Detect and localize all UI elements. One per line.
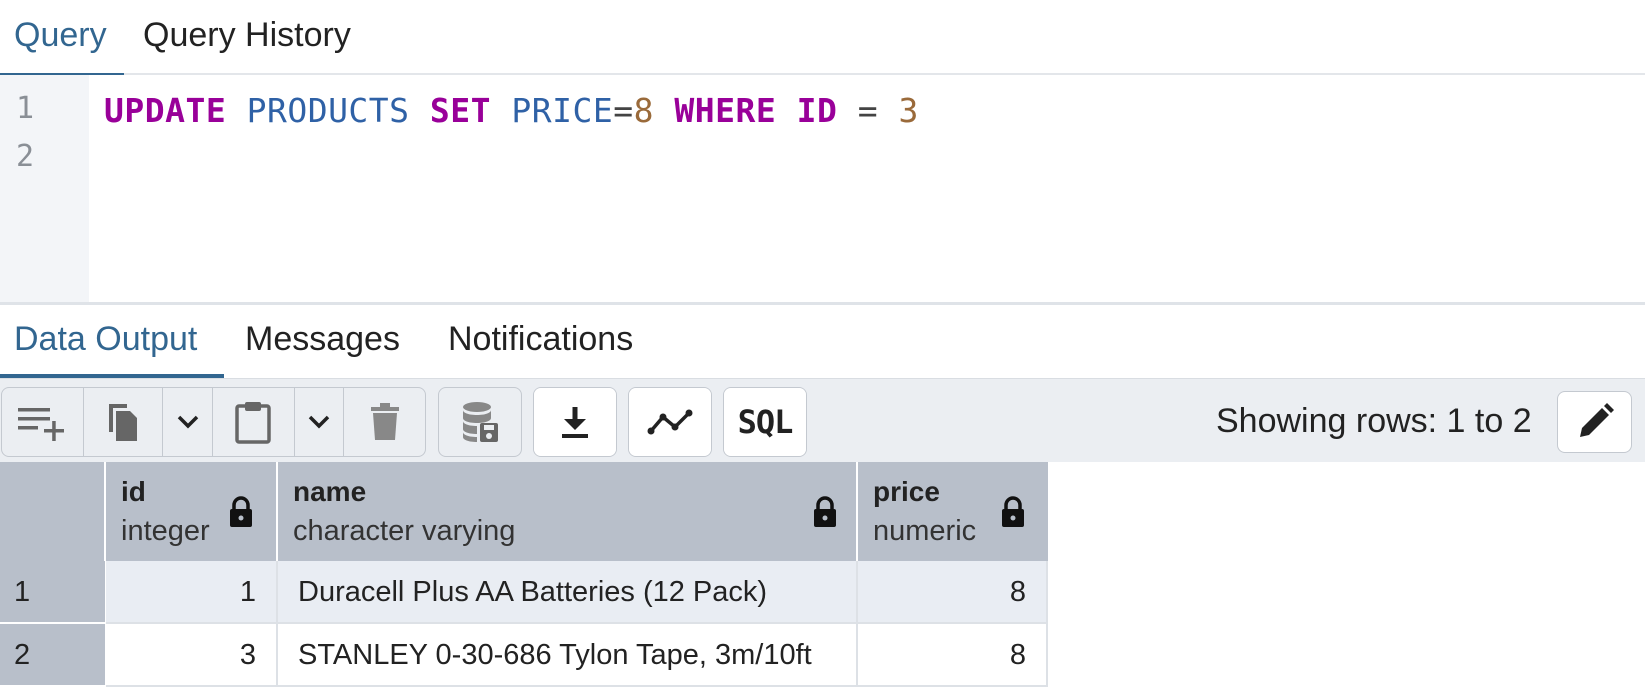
copy-button[interactable] <box>84 388 164 456</box>
paste-icon <box>235 402 272 444</box>
tab-notifications-label: Notifications <box>448 320 634 358</box>
cell-name[interactable]: STANLEY 0-30-686 Tylon Tape, 3m/10ft <box>278 624 858 687</box>
code-line-1[interactable]: UPDATE PRODUCTS SET PRICE=8 WHERE ID = 3 <box>104 91 919 130</box>
sql-keyword: SET <box>429 91 492 130</box>
cell-id[interactable]: 1 <box>106 561 278 624</box>
line-number: 2 <box>16 139 35 174</box>
tab-query[interactable]: Query <box>0 0 124 77</box>
tab-data-output[interactable]: Data Output <box>0 305 224 378</box>
add-row-icon <box>18 408 65 441</box>
delete-icon <box>370 403 399 440</box>
sql-operator: = <box>857 91 879 130</box>
lock-icon <box>1002 496 1024 527</box>
row-number[interactable]: 1 <box>0 561 105 624</box>
grid-header: id integer name character varying price … <box>0 462 1048 561</box>
save-data-icon <box>463 402 498 442</box>
add-row-button[interactable] <box>2 388 84 456</box>
results-tab-bar: Data Output Messages Notifications <box>0 305 1645 378</box>
chevron-down-icon <box>308 415 330 429</box>
sql-operator: = <box>613 91 634 130</box>
paste-options-dropdown[interactable] <box>295 388 345 456</box>
column-name: price <box>873 476 940 507</box>
edit-button-group <box>1 387 426 457</box>
column-name: id <box>121 476 146 507</box>
pencil-icon <box>1579 403 1614 437</box>
sql-group: SQL <box>723 387 807 457</box>
cell-price[interactable]: 8 <box>858 624 1048 687</box>
copy-icon <box>108 404 137 441</box>
sql-icon: SQL <box>737 403 794 441</box>
column-header-price[interactable]: price numeric <box>858 462 1048 561</box>
chevron-down-icon <box>177 415 198 429</box>
graph-icon <box>647 409 693 435</box>
tab-messages[interactable]: Messages <box>245 305 400 378</box>
tab-data-output-label: Data Output <box>14 320 198 358</box>
line-number-gutter: 1 2 <box>0 75 89 303</box>
sql-keyword: UPDATE <box>104 91 227 130</box>
row-number[interactable]: 2 <box>0 624 105 687</box>
save-group <box>438 387 522 457</box>
row-number-header[interactable] <box>0 462 106 561</box>
sql-identifier: PRODUCTS <box>246 91 410 130</box>
cell-name[interactable]: Duracell Plus AA Batteries (12 Pack) <box>278 561 858 624</box>
data-output-toolbar: SQL Showing rows: 1 to 2 <box>0 378 1645 462</box>
graph-group <box>628 387 712 457</box>
edit-button[interactable] <box>1557 391 1632 453</box>
tab-query-history[interactable]: Query History <box>143 0 351 75</box>
paste-button[interactable] <box>213 388 295 456</box>
sql-keyword: ID <box>796 91 838 130</box>
cell-price[interactable]: 8 <box>858 561 1048 624</box>
sql-button[interactable]: SQL <box>724 388 806 456</box>
lock-icon <box>230 496 252 527</box>
column-type: integer <box>121 515 210 547</box>
graph-visualiser-button[interactable] <box>629 388 711 456</box>
sql-number: 3 <box>898 91 919 130</box>
query-tab-bar: Query Query History <box>0 0 1645 77</box>
sql-identifier: PRICE <box>511 91 614 130</box>
tab-notifications[interactable]: Notifications <box>448 305 633 378</box>
line-number: 1 <box>16 91 35 126</box>
table-row[interactable]: 1 1 Duracell Plus AA Batteries (12 Pack)… <box>0 561 1048 624</box>
column-type: character varying <box>293 515 516 547</box>
save-data-button[interactable] <box>439 388 521 456</box>
tab-query-label: Query <box>14 16 107 54</box>
download-button[interactable] <box>534 388 616 456</box>
sql-number: 8 <box>633 91 654 130</box>
table-row[interactable]: 2 3 STANLEY 0-30-686 Tylon Tape, 3m/10ft… <box>0 624 1048 687</box>
sql-keyword: WHERE <box>674 91 777 130</box>
column-header-id[interactable]: id integer <box>106 462 278 561</box>
column-type: numeric <box>873 515 977 547</box>
sql-editor[interactable]: 1 2 UPDATE PRODUCTS SET PRICE=8 WHERE ID… <box>0 75 1645 303</box>
copy-options-dropdown[interactable] <box>163 388 213 456</box>
delete-row-button[interactable] <box>344 388 425 456</box>
tab-query-history-label: Query History <box>143 16 351 54</box>
rows-count-label: Showing rows: 1 to 2 <box>1216 402 1532 440</box>
column-header-name[interactable]: name character varying <box>278 462 858 561</box>
tab-messages-label: Messages <box>245 320 400 358</box>
download-group <box>533 387 617 457</box>
cell-id[interactable]: 3 <box>106 624 278 687</box>
column-name: name <box>293 476 367 507</box>
lock-icon <box>814 496 836 527</box>
download-icon <box>562 407 588 438</box>
